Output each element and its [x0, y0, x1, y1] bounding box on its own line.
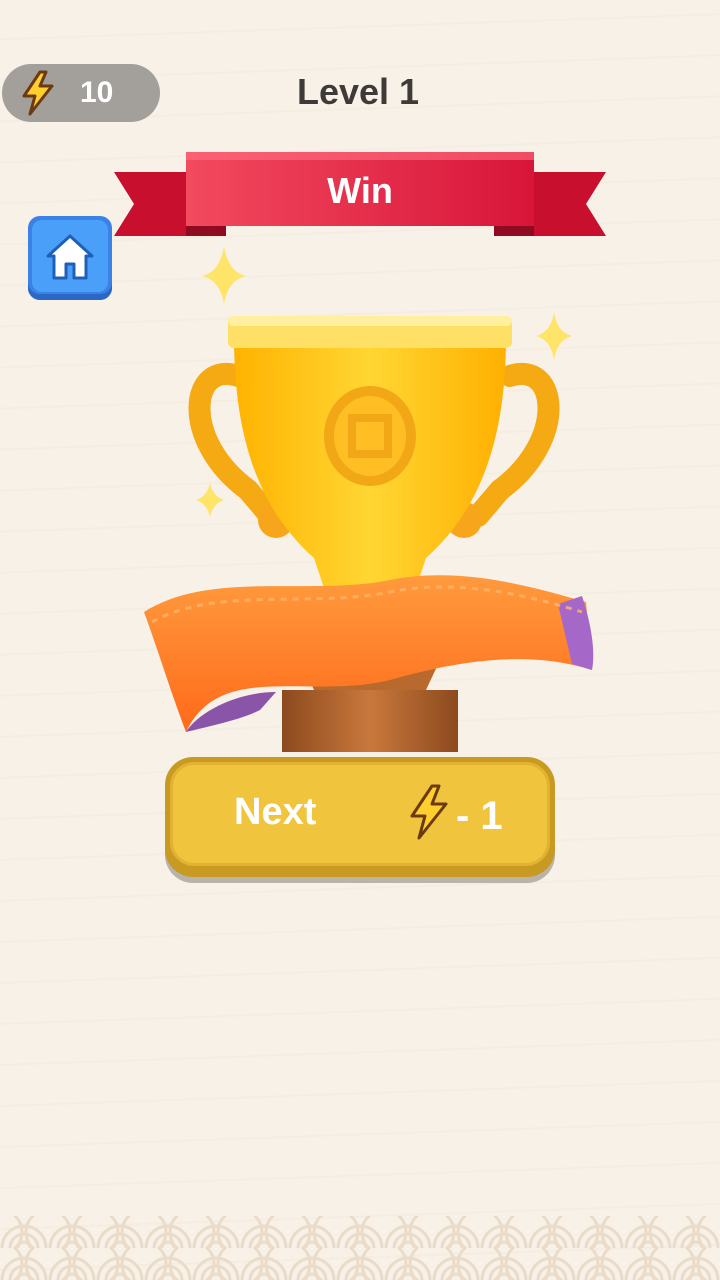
next-button-label: Next: [234, 791, 317, 833]
level-title: Level 1: [296, 71, 420, 112]
next-button-cost: - 1: [456, 794, 503, 838]
lightning-bolt-icon: [410, 784, 448, 840]
wave-pattern-footer: [0, 1216, 720, 1280]
trophy-icon: [144, 246, 594, 752]
home-icon: [46, 234, 94, 280]
win-label: Win: [327, 170, 393, 211]
home-button[interactable]: [28, 216, 112, 300]
